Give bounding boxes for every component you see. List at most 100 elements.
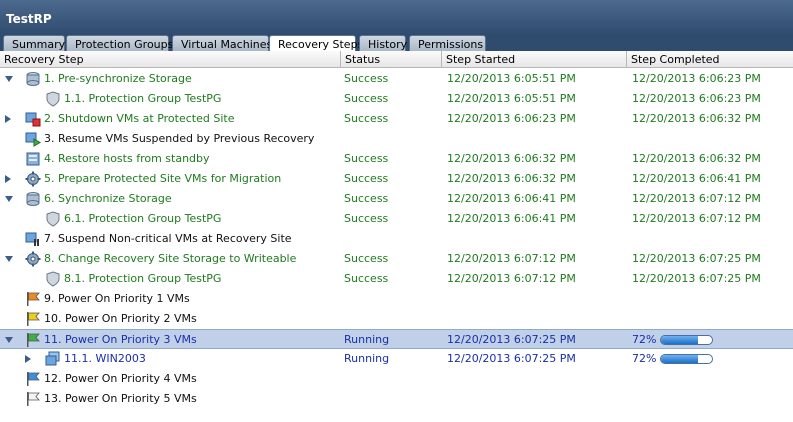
vm-resume-icon bbox=[25, 131, 41, 147]
expand-arrow-icon[interactable] bbox=[25, 355, 31, 363]
collapse-arrow-icon[interactable] bbox=[5, 196, 13, 202]
step-completed-text: 12/20/2013 6:06:32 PM bbox=[632, 112, 761, 125]
recovery-step-label: 6. Synchronize Storage bbox=[44, 192, 172, 205]
step-started-text: 12/20/2013 6:07:12 PM bbox=[447, 252, 576, 265]
column-header-step-completed[interactable]: Step Completed bbox=[627, 51, 793, 68]
flag-yellow-icon bbox=[25, 311, 41, 327]
status-text: Success bbox=[344, 152, 389, 165]
table-header: Recovery Step Status Step Started Step C… bbox=[0, 51, 793, 68]
recovery-step-label: 8.1. Protection Group TestPG bbox=[64, 272, 222, 285]
status-text: Success bbox=[344, 72, 389, 85]
step-completed-text: 12/20/2013 6:06:23 PM bbox=[632, 92, 761, 105]
step-started-text: 12/20/2013 6:05:51 PM bbox=[447, 92, 576, 105]
table-row[interactable]: 2. Shutdown VMs at Protected Site Success… bbox=[0, 109, 793, 129]
recovery-step-label: 10. Power On Priority 2 VMs bbox=[44, 312, 197, 325]
recovery-step-label: 9. Power On Priority 1 VMs bbox=[44, 292, 190, 305]
table-row[interactable]: 6.1. Protection Group TestPG Success 12/20… bbox=[0, 209, 793, 229]
table-row[interactable]: 3. Resume VMs Suspended by Previous Reco… bbox=[0, 129, 793, 149]
tab-bar: Summary Protection Groups Virtual Machines… bbox=[0, 35, 793, 52]
shield-icon bbox=[45, 211, 61, 227]
step-completed-text: 12/20/2013 6:07:12 PM bbox=[632, 192, 761, 205]
expand-arrow-icon[interactable] bbox=[5, 115, 11, 123]
status-text: Success bbox=[344, 192, 389, 205]
table-row[interactable]: 11.1. WIN2003 Running 12/20/2013 6:07:25 P… bbox=[0, 349, 793, 369]
status-text: Running bbox=[344, 352, 390, 365]
step-completed-text: 12/20/2013 6:07:12 PM bbox=[632, 212, 761, 225]
tab-summary[interactable]: Summary bbox=[3, 35, 65, 51]
step-completed-text: 12/20/2013 6:06:32 PM bbox=[632, 152, 761, 165]
recovery-step-label: 7. Suspend Non-critical VMs at Recovery … bbox=[44, 232, 292, 245]
table-row[interactable]: 1.1. Protection Group TestPG Success 12/20… bbox=[0, 89, 793, 109]
status-text: Success bbox=[344, 172, 389, 185]
recovery-step-label: 5. Prepare Protected Site VMs for Migrat… bbox=[44, 172, 282, 185]
table-row[interactable]: 8.1. Protection Group TestPG Success 12/20… bbox=[0, 269, 793, 289]
step-started-text: 12/20/2013 6:07:25 PM bbox=[447, 352, 576, 365]
table-row[interactable]: 12. Power On Priority 4 VMs bbox=[0, 369, 793, 389]
status-text: Success bbox=[344, 112, 389, 125]
shield-icon bbox=[45, 271, 61, 287]
flag-green-icon bbox=[25, 332, 41, 348]
step-started-text: 12/20/2013 6:06:41 PM bbox=[447, 212, 576, 225]
column-header-recovery-step[interactable]: Recovery Step bbox=[0, 51, 341, 68]
storage-icon bbox=[25, 71, 41, 87]
host-icon bbox=[25, 151, 41, 167]
table-row[interactable]: 10. Power On Priority 2 VMs bbox=[0, 309, 793, 329]
tab-recovery-steps[interactable]: Recovery Steps bbox=[269, 35, 363, 52]
step-completed-text: 72% bbox=[632, 352, 657, 365]
table-row[interactable]: 5. Prepare Protected Site VMs for Migrat… bbox=[0, 169, 793, 189]
column-header-status[interactable]: Status bbox=[341, 51, 442, 68]
collapse-arrow-icon[interactable] bbox=[5, 337, 13, 343]
window-title: TestRP bbox=[0, 0, 793, 35]
vm-icon bbox=[45, 351, 61, 367]
table-row[interactable]: 1. Pre-synchronize Storage Success 12/20/2… bbox=[0, 69, 793, 89]
progress-bar bbox=[660, 335, 713, 345]
status-text: Success bbox=[344, 212, 389, 225]
table-row[interactable]: 4. Restore hosts from standby Success 12/2… bbox=[0, 149, 793, 169]
recovery-step-label: 4. Restore hosts from standby bbox=[44, 152, 210, 165]
vm-suspend-icon bbox=[25, 231, 41, 247]
status-text: Success bbox=[344, 252, 389, 265]
step-started-text: 12/20/2013 6:07:12 PM bbox=[447, 272, 576, 285]
expand-arrow-icon[interactable] bbox=[5, 175, 11, 183]
flag-white-icon bbox=[25, 391, 41, 407]
collapse-arrow-icon[interactable] bbox=[5, 76, 13, 82]
step-started-text: 12/20/2013 6:05:51 PM bbox=[447, 72, 576, 85]
table-row[interactable]: 8. Change Recovery Site Storage to Write… bbox=[0, 249, 793, 269]
vm-shutdown-icon bbox=[25, 111, 41, 127]
step-completed-text: 72% bbox=[632, 333, 657, 346]
table-row[interactable]: 6. Synchronize Storage Success 12/20/2013 … bbox=[0, 189, 793, 209]
step-completed-text: 12/20/2013 6:07:25 PM bbox=[632, 272, 761, 285]
recovery-step-label: 11.1. WIN2003 bbox=[64, 352, 146, 365]
step-started-text: 12/20/2013 6:06:41 PM bbox=[447, 192, 576, 205]
flag-blue-icon bbox=[25, 371, 41, 387]
recovery-step-label: 2. Shutdown VMs at Protected Site bbox=[44, 112, 235, 125]
step-started-text: 12/20/2013 6:06:23 PM bbox=[447, 112, 576, 125]
step-completed-text: 12/20/2013 6:06:23 PM bbox=[632, 72, 761, 85]
step-started-text: 12/20/2013 6:06:32 PM bbox=[447, 172, 576, 185]
status-text: Running bbox=[344, 333, 390, 346]
progress-bar bbox=[660, 354, 713, 364]
step-completed-text: 12/20/2013 6:07:25 PM bbox=[632, 252, 761, 265]
tab-virtual-machines[interactable]: Virtual Machines bbox=[172, 35, 272, 51]
collapse-arrow-icon[interactable] bbox=[5, 256, 13, 262]
gear-storage-icon bbox=[25, 251, 41, 267]
table-row[interactable]: 11. Power On Priority 3 VMs Running 12/20/… bbox=[0, 329, 793, 349]
tab-history[interactable]: History bbox=[359, 35, 407, 51]
table-row[interactable]: 7. Suspend Non-critical VMs at Recovery … bbox=[0, 229, 793, 249]
status-text: Success bbox=[344, 92, 389, 105]
tab-permissions[interactable]: Permissions bbox=[409, 35, 486, 51]
gear-storage-icon bbox=[25, 171, 41, 187]
table-row[interactable]: 9. Power On Priority 1 VMs bbox=[0, 289, 793, 309]
flag-orange-icon bbox=[25, 291, 41, 307]
step-completed-text: 12/20/2013 6:06:41 PM bbox=[632, 172, 761, 185]
table-row[interactable]: 13. Power On Priority 5 VMs bbox=[0, 389, 793, 409]
column-header-step-started[interactable]: Step Started bbox=[442, 51, 627, 68]
step-started-text: 12/20/2013 6:06:32 PM bbox=[447, 152, 576, 165]
recovery-step-label: 1. Pre-synchronize Storage bbox=[44, 72, 192, 85]
shield-icon bbox=[45, 91, 61, 107]
recovery-step-label: 13. Power On Priority 5 VMs bbox=[44, 392, 197, 405]
tab-protection-groups[interactable]: Protection Groups bbox=[66, 35, 173, 51]
step-started-text: 12/20/2013 6:07:25 PM bbox=[447, 333, 576, 346]
status-text: Success bbox=[344, 272, 389, 285]
recovery-step-label: 1.1. Protection Group TestPG bbox=[64, 92, 222, 105]
